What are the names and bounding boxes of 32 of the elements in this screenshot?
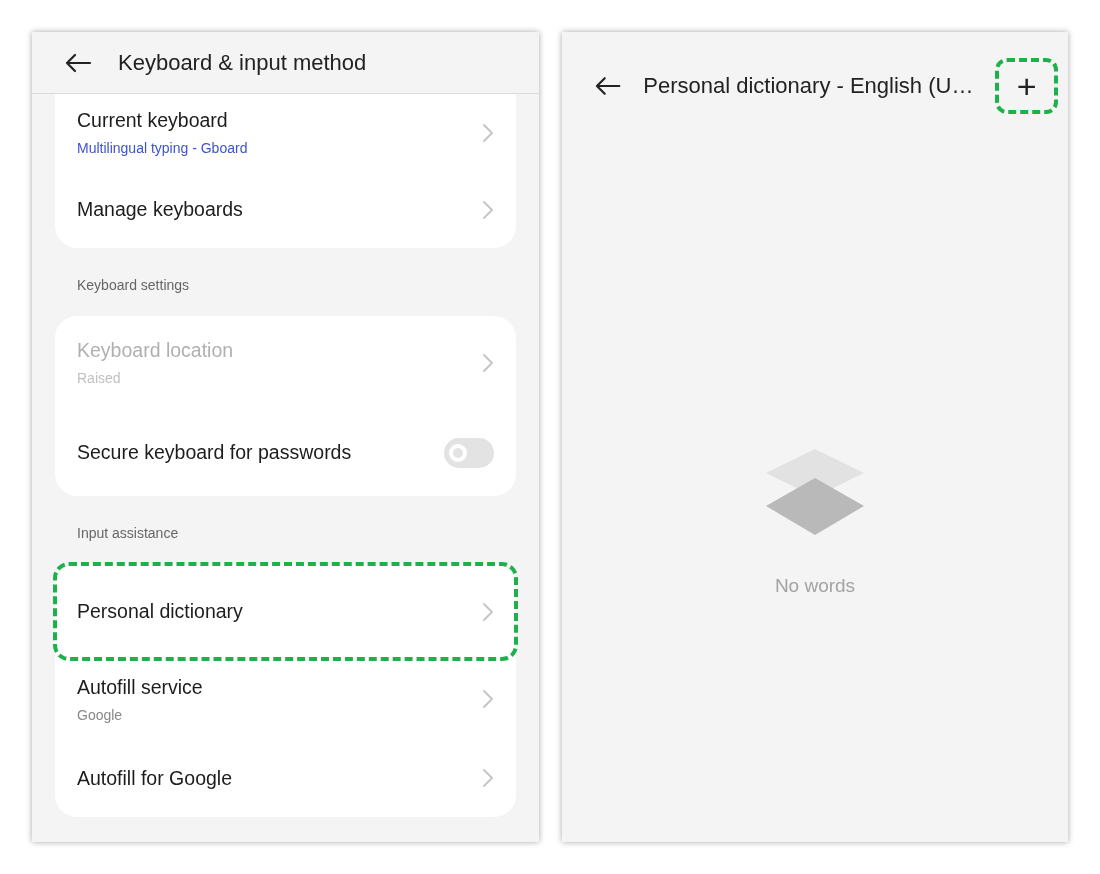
row-title: Personal dictionary bbox=[77, 600, 243, 623]
toggle-switch[interactable] bbox=[444, 437, 494, 468]
toggle-row[interactable]: Secure keyboard for passwords bbox=[55, 409, 516, 496]
settings-row[interactable]: Personal dictionary bbox=[55, 564, 516, 659]
settings-row[interactable]: Autofill for Google bbox=[55, 739, 516, 817]
chevron-right-icon bbox=[482, 768, 494, 788]
row-subtitle: Google bbox=[77, 706, 123, 723]
row-subtitle: Raised bbox=[77, 370, 121, 386]
row-title: Current keyboard bbox=[77, 109, 228, 132]
row-title: Autofill service bbox=[77, 675, 203, 699]
settings-row[interactable]: Current keyboard Multilingual typing - Gboard bbox=[55, 94, 516, 171]
row-subtitle: Multilingual typing - Gboard bbox=[77, 140, 248, 156]
empty-layers-icon bbox=[766, 449, 864, 535]
section-label: Input assistance bbox=[77, 525, 179, 541]
add-button[interactable]: + bbox=[995, 58, 1058, 114]
chevron-right-icon bbox=[482, 122, 494, 143]
chevron-right-icon bbox=[482, 689, 494, 709]
settings-row[interactable]: Manage keyboards bbox=[55, 171, 516, 248]
row-title: Secure keyboard for passwords bbox=[77, 441, 352, 464]
row-title: Keyboard location bbox=[77, 339, 234, 362]
row-title: Manage keyboards bbox=[77, 198, 243, 221]
back-arrow-icon[interactable] bbox=[594, 76, 622, 96]
chevron-right-icon bbox=[482, 199, 494, 220]
section-label: Keyboard settings bbox=[77, 277, 190, 293]
chevron-right-icon bbox=[482, 601, 494, 622]
empty-message: No words bbox=[774, 575, 856, 597]
row-title: Autofill for Google bbox=[77, 766, 232, 790]
screen-title: Personal dictionary - English (U… bbox=[643, 73, 974, 99]
back-arrow-icon[interactable] bbox=[64, 52, 92, 73]
settings-row[interactable]: Autofill service Google bbox=[55, 659, 516, 739]
screen-title: Keyboard & input method bbox=[118, 49, 367, 76]
chevron-right-icon bbox=[482, 352, 494, 373]
